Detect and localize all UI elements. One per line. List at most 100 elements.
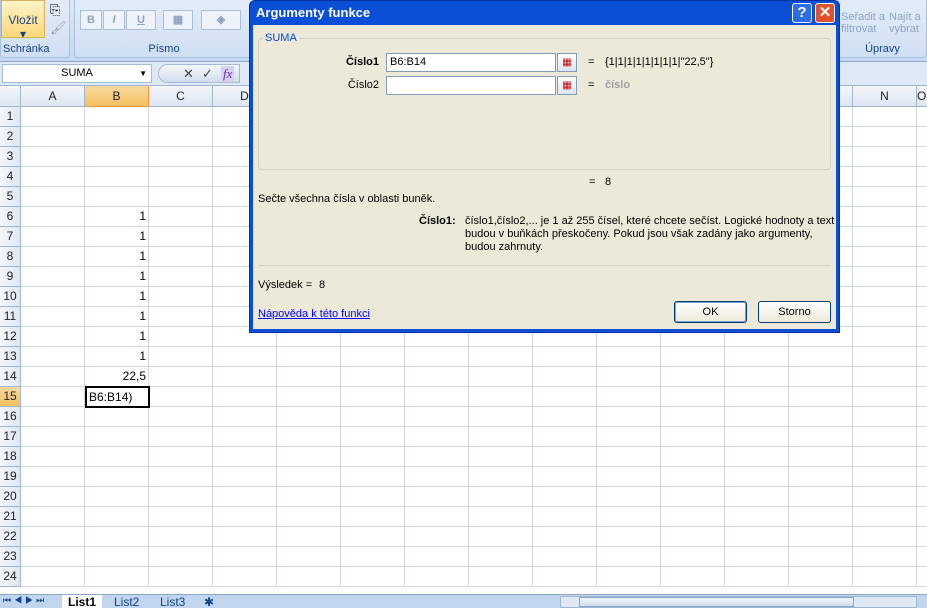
cell-h17[interactable] [469, 427, 533, 447]
cell-g19[interactable] [405, 467, 469, 487]
cell-o24[interactable] [917, 567, 927, 587]
cell-k22[interactable] [661, 527, 725, 547]
row-header-20[interactable]: 20 [0, 487, 21, 507]
cell-i24[interactable] [533, 567, 597, 587]
cell-c5[interactable] [149, 187, 213, 207]
cell-a14[interactable] [21, 367, 85, 387]
cell-h21[interactable] [469, 507, 533, 527]
cell-h19[interactable] [469, 467, 533, 487]
cell-n1[interactable] [853, 107, 917, 127]
cell-o6[interactable] [917, 207, 927, 227]
cell-l19[interactable] [725, 467, 789, 487]
cell-b11[interactable]: 1 [85, 307, 149, 327]
row-header-16[interactable]: 16 [0, 407, 21, 427]
cell-j14[interactable] [597, 367, 661, 387]
cell-o15[interactable] [917, 387, 927, 407]
cell-n21[interactable] [853, 507, 917, 527]
cell-m14[interactable] [789, 367, 853, 387]
cell-c24[interactable] [149, 567, 213, 587]
cell-a18[interactable] [21, 447, 85, 467]
cell-c6[interactable] [149, 207, 213, 227]
cell-e13[interactable] [277, 347, 341, 367]
cell-c4[interactable] [149, 167, 213, 187]
cell-j19[interactable] [597, 467, 661, 487]
column-header-o[interactable]: O [917, 86, 927, 107]
cell-h15[interactable] [469, 387, 533, 407]
cell-b10[interactable]: 1 [85, 287, 149, 307]
cell-m21[interactable] [789, 507, 853, 527]
cell-e14[interactable] [277, 367, 341, 387]
fill-color-button[interactable]: ◈ [201, 10, 241, 30]
copy-icon[interactable]: ⎘ [50, 2, 60, 18]
cell-a5[interactable] [21, 187, 85, 207]
cell-g20[interactable] [405, 487, 469, 507]
cell-c7[interactable] [149, 227, 213, 247]
row-header-15[interactable]: 15 [0, 387, 21, 407]
row-header-23[interactable]: 23 [0, 547, 21, 567]
cell-a4[interactable] [21, 167, 85, 187]
cell-o4[interactable] [917, 167, 927, 187]
cell-d14[interactable] [213, 367, 277, 387]
cell-c16[interactable] [149, 407, 213, 427]
cell-f20[interactable] [341, 487, 405, 507]
cell-o9[interactable] [917, 267, 927, 287]
sort-filter-button[interactable]: Seřadit a filtrovat [841, 11, 885, 35]
cell-g13[interactable] [405, 347, 469, 367]
help-link[interactable]: Nápověda k této funkci [258, 308, 370, 320]
cell-c2[interactable] [149, 127, 213, 147]
cell-d16[interactable] [213, 407, 277, 427]
cell-c22[interactable] [149, 527, 213, 547]
cell-c13[interactable] [149, 347, 213, 367]
bold-button[interactable]: B [80, 10, 102, 30]
cell-m18[interactable] [789, 447, 853, 467]
row-header-24[interactable]: 24 [0, 567, 21, 587]
cell-a24[interactable] [21, 567, 85, 587]
cell-i18[interactable] [533, 447, 597, 467]
cell-b7[interactable]: 1 [85, 227, 149, 247]
cell-o16[interactable] [917, 407, 927, 427]
cell-c10[interactable] [149, 287, 213, 307]
cell-a15[interactable] [21, 387, 85, 407]
cell-g24[interactable] [405, 567, 469, 587]
cell-b14[interactable]: 22,5 [85, 367, 149, 387]
cell-g18[interactable] [405, 447, 469, 467]
cell-l22[interactable] [725, 527, 789, 547]
cell-c21[interactable] [149, 507, 213, 527]
cell-g17[interactable] [405, 427, 469, 447]
cell-j23[interactable] [597, 547, 661, 567]
insert-function-icon[interactable]: fx [221, 66, 235, 82]
cell-l13[interactable] [725, 347, 789, 367]
cell-b18[interactable] [85, 447, 149, 467]
cell-m15[interactable] [789, 387, 853, 407]
cell-b16[interactable] [85, 407, 149, 427]
cell-h14[interactable] [469, 367, 533, 387]
row-header-22[interactable]: 22 [0, 527, 21, 547]
cell-j17[interactable] [597, 427, 661, 447]
cell-d20[interactable] [213, 487, 277, 507]
cell-a22[interactable] [21, 527, 85, 547]
cell-g14[interactable] [405, 367, 469, 387]
cell-l23[interactable] [725, 547, 789, 567]
tab-list2[interactable]: List2 [108, 595, 145, 609]
cell-n9[interactable] [853, 267, 917, 287]
cell-b2[interactable] [85, 127, 149, 147]
row-header-5[interactable]: 5 [0, 187, 21, 207]
cell-c8[interactable] [149, 247, 213, 267]
cell-a10[interactable] [21, 287, 85, 307]
cell-i14[interactable] [533, 367, 597, 387]
cell-g15[interactable] [405, 387, 469, 407]
cell-o10[interactable] [917, 287, 927, 307]
cell-j24[interactable] [597, 567, 661, 587]
cell-k13[interactable] [661, 347, 725, 367]
row-header-12[interactable]: 12 [0, 327, 21, 347]
cell-n17[interactable] [853, 427, 917, 447]
cell-i15[interactable] [533, 387, 597, 407]
cell-i22[interactable] [533, 527, 597, 547]
cell-f21[interactable] [341, 507, 405, 527]
cell-k21[interactable] [661, 507, 725, 527]
cell-e22[interactable] [277, 527, 341, 547]
cell-n19[interactable] [853, 467, 917, 487]
cell-g23[interactable] [405, 547, 469, 567]
cell-f15[interactable] [341, 387, 405, 407]
cell-d22[interactable] [213, 527, 277, 547]
